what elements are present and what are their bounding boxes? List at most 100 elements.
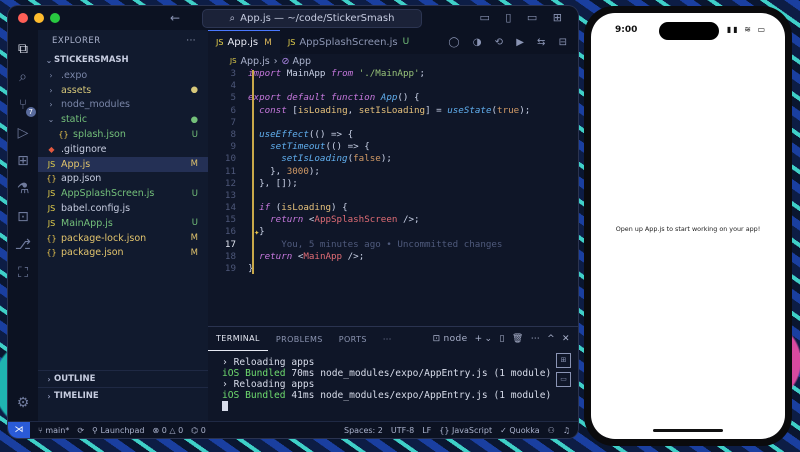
- breadcrumb: JS App.js › ⊘ App: [208, 54, 578, 68]
- docker-icon[interactable]: ⛶: [14, 264, 32, 282]
- code-line[interactable]: 8 useEffect(() => {: [208, 129, 578, 141]
- code-line[interactable]: 12 }, []);: [208, 178, 578, 190]
- code-line[interactable]: 19}: [208, 263, 578, 275]
- code-line[interactable]: 16 }: [208, 226, 578, 238]
- code-line[interactable]: 10 setIsLoading(false);: [208, 153, 578, 165]
- file-tree-item[interactable]: › .expo: [38, 68, 208, 83]
- code-line[interactable]: 3 import MainApp from './MainApp';: [208, 68, 578, 80]
- encoding-indicator[interactable]: UTF-8: [391, 426, 414, 435]
- code-line[interactable]: 13: [208, 190, 578, 202]
- lightbulb-icon[interactable]: ✦: [254, 228, 259, 238]
- file-tree-item[interactable]: {} app.json: [38, 172, 208, 187]
- code-line[interactable]: 5 export default function App() {: [208, 92, 578, 104]
- terminal-output[interactable]: › Reloading apps iOS Bundled 70ms node_mo…: [222, 357, 551, 412]
- file-tree-item[interactable]: › node_modules: [38, 98, 208, 113]
- bell-icon[interactable]: ♫: [563, 426, 570, 435]
- file-name: app.json: [61, 173, 102, 185]
- breadcrumb-symbol[interactable]: App: [292, 56, 311, 67]
- split-terminal-button[interactable]: ▯: [500, 334, 505, 344]
- code-line[interactable]: 9 setTimeout(() => {: [208, 141, 578, 153]
- terminal-dropdown-button[interactable]: ⌄: [485, 334, 493, 344]
- minimize-window-button[interactable]: [34, 13, 44, 23]
- terminal-icon: ⊡: [432, 334, 441, 344]
- launchpad-item[interactable]: ⚲ Launchpad: [92, 426, 144, 435]
- file-tree-item[interactable]: JS AppSplashScreen.js U: [38, 186, 208, 201]
- project-section[interactable]: ⌄ STICKERSMASH: [38, 52, 208, 68]
- terminal-instance-icon[interactable]: ⊞: [556, 353, 571, 368]
- file-tree-item[interactable]: ⌄ static ●: [38, 112, 208, 127]
- file-tree-item[interactable]: ◆ .gitignore: [38, 142, 208, 157]
- indentation-indicator[interactable]: Spaces: 2: [344, 426, 383, 435]
- command-center[interactable]: ⌕ App.js — ~/code/StickerSmash: [202, 9, 422, 28]
- editor-actions[interactable]: ◯ ◑ ⟲ ▶ ⇆ ⊟: [448, 37, 578, 48]
- eol-indicator[interactable]: LF: [422, 426, 431, 435]
- close-window-button[interactable]: [18, 13, 28, 23]
- breadcrumb-file[interactable]: App.js: [241, 56, 270, 67]
- sync-button[interactable]: ⟳: [77, 426, 84, 435]
- copilot-icon[interactable]: ⚇: [548, 426, 555, 435]
- tab-app-js[interactable]: JS App.js M: [208, 29, 280, 55]
- quokka-indicator[interactable]: ✓ Quokka: [500, 426, 540, 435]
- extensions-icon[interactable]: ⊞: [14, 152, 32, 170]
- problems-indicator[interactable]: ⊗ 0 △ 0: [152, 426, 183, 435]
- file-name: static: [61, 114, 88, 126]
- testing-icon[interactable]: ⚗: [14, 180, 32, 198]
- explorer-sidebar: EXPLORER ··· ⌄ STICKERSMASH › .expo › asset…: [38, 30, 208, 422]
- code-line[interactable]: 7: [208, 117, 578, 129]
- file-tree-item[interactable]: {} splash.json U: [38, 127, 208, 142]
- panel-more-button[interactable]: ···: [375, 327, 400, 351]
- language-indicator[interactable]: {} JavaScript: [439, 426, 492, 435]
- close-panel-button[interactable]: ✕: [562, 334, 570, 344]
- remote-indicator-icon[interactable]: ⋊: [8, 422, 30, 438]
- code-line[interactable]: 11 }, 3000);: [208, 166, 578, 178]
- file-tree-item[interactable]: JS babel.config.js: [38, 201, 208, 216]
- source-control-icon[interactable]: ⑂ 7: [14, 96, 36, 117]
- explorer-icon[interactable]: ⧉: [14, 40, 32, 58]
- code-editor[interactable]: 3 import MainApp from './MainApp'; 4 5 expor…: [208, 68, 578, 326]
- code-line[interactable]: 17 You, 5 minutes ago • Uncommitted chan…: [208, 239, 578, 251]
- trash-icon[interactable]: 🗑: [512, 334, 524, 344]
- editor-tabs: JS App.js M JS AppSplashScreen.js U ◯ ◑ …: [208, 29, 578, 55]
- title-bar: ← → ⌕ App.js — ~/code/StickerSmash ▭ ▯ ▭…: [8, 6, 578, 30]
- gear-icon[interactable]: ⚙: [14, 394, 32, 412]
- file-tree-item[interactable]: {} package-lock.json M: [38, 231, 208, 246]
- tab-terminal[interactable]: TERMINAL: [208, 328, 268, 351]
- zoom-window-button[interactable]: [50, 13, 60, 23]
- tab-problems[interactable]: PROBLEMS: [268, 327, 331, 351]
- ports-indicator[interactable]: ⌬ 0: [191, 426, 206, 435]
- panel-more-actions-button[interactable]: ⋯: [531, 334, 540, 344]
- home-indicator[interactable]: [653, 429, 723, 432]
- terminal-name[interactable]: node: [444, 334, 468, 344]
- file-tree-item[interactable]: JS MainApp.js U: [38, 216, 208, 231]
- branch-indicator[interactable]: ⑂ main*: [38, 426, 69, 435]
- code-line[interactable]: 18 return <MainApp />;: [208, 251, 578, 263]
- tab-ports[interactable]: PORTS: [331, 327, 375, 351]
- search-icon[interactable]: ⌕: [14, 68, 32, 86]
- file-tree-item[interactable]: JS App.js M: [38, 156, 208, 172]
- phone-status-icons: ▮▮ ≋ ▭: [726, 25, 767, 34]
- layout-icons[interactable]: ▭ ▯ ▭ ⊞: [479, 11, 568, 24]
- timeline-section[interactable]: › TIMELINE: [38, 387, 208, 404]
- tab-appsplashscreen-js[interactable]: JS AppSplashScreen.js U: [280, 30, 417, 54]
- new-terminal-button[interactable]: +: [475, 334, 483, 344]
- code-line[interactable]: 15 return <AppSplashScreen />;: [208, 214, 578, 226]
- js-file-icon: JS: [47, 189, 56, 199]
- file-tree-item[interactable]: {} package.json M: [38, 246, 208, 261]
- git-change-gutter: [252, 70, 254, 274]
- file-tree-item[interactable]: › assets ●: [38, 83, 208, 98]
- terminal-instance-icon[interactable]: ▭: [556, 372, 571, 387]
- line-number: 12: [224, 177, 236, 189]
- simulator-screen[interactable]: 9:00 ▮▮ ≋ ▭ Open up App.js to start work…: [591, 13, 785, 439]
- git-graph-icon[interactable]: ⎇: [14, 236, 32, 254]
- code-line[interactable]: 14 if (isLoading) {: [208, 202, 578, 214]
- explorer-more-button[interactable]: ···: [186, 36, 196, 46]
- run-debug-icon[interactable]: ▷: [14, 124, 32, 142]
- outline-section[interactable]: › OUTLINE: [38, 370, 208, 387]
- line-number: 11: [224, 165, 236, 177]
- line-number: 8: [230, 128, 236, 140]
- code-line[interactable]: 4: [208, 80, 578, 92]
- quokka-label: Quokka: [509, 425, 540, 435]
- remote-explorer-icon[interactable]: ⊡: [14, 208, 32, 226]
- code-line[interactable]: 6 const [isLoading, setIsLoading] = useS…: [208, 105, 578, 117]
- maximize-panel-button[interactable]: ^: [547, 334, 555, 344]
